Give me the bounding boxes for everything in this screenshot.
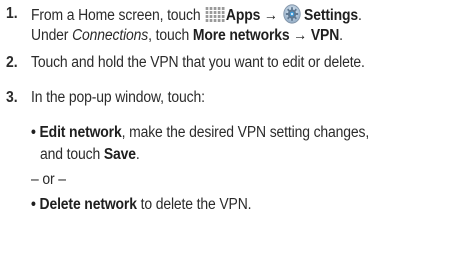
period: . [135, 146, 140, 163]
edit-network-desc: , make the desired VPN setting changes, [121, 124, 370, 141]
vpn-label: VPN [310, 27, 340, 44]
step-3-text: In the pop-up window, touch: [31, 89, 205, 106]
apps-grid-icon [205, 7, 225, 22]
step-2-number: 2. [6, 54, 18, 71]
delete-network-desc: to delete the VPN. [136, 196, 252, 213]
period: . [358, 7, 362, 24]
and-touch-text: and touch [40, 146, 101, 163]
save-label: Save [103, 146, 136, 163]
step-1-text: From a Home screen, touch [31, 7, 201, 24]
apps-label: Apps [225, 7, 261, 24]
delete-network-label: Delete network [39, 196, 137, 213]
step-1-number: 1. [6, 5, 18, 22]
step-2-text: Touch and hold the VPN that you want to … [31, 54, 365, 71]
more-networks-label: More networks [192, 27, 290, 44]
option-edit-line-2: and touch Save. [40, 145, 140, 165]
under-text: Under [31, 27, 69, 44]
period: . [339, 27, 343, 44]
settings-label: Settings [304, 7, 359, 24]
arrow: → [263, 7, 278, 24]
step-1-line-1: From a Home screen, touch Apps → Setting… [31, 4, 362, 26]
instruction-document: 1. From a Home screen, touch Apps → Sett… [0, 0, 476, 260]
bullet: • [31, 196, 36, 213]
or-separator: – or – [31, 171, 66, 188]
step-3-number: 3. [6, 89, 18, 106]
option-edit-line-1: • Edit network, make the desired VPN set… [31, 123, 369, 143]
settings-gear-icon [283, 4, 301, 24]
touch-text: , touch [148, 27, 190, 44]
step-1-line-2: Under Connections, touch More networks →… [31, 26, 343, 46]
connections-label: Connections [72, 27, 149, 44]
option-delete-line: • Delete network to delete the VPN. [31, 195, 252, 215]
bullet: • [31, 124, 36, 141]
edit-network-label: Edit network [39, 124, 122, 141]
arrow: → [293, 27, 308, 44]
